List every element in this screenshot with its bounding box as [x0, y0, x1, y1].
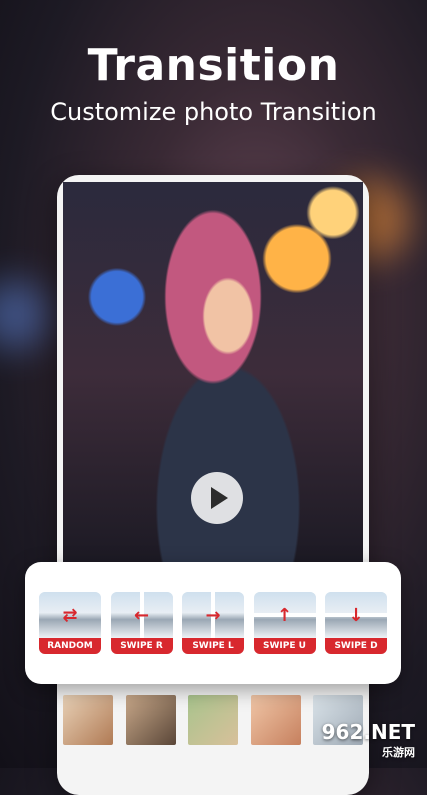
page-subtitle: Customize photo Transition: [50, 98, 377, 126]
transition-label: SWIPE R: [110, 638, 173, 654]
transition-swipe-r[interactable]: ← SWIPE R: [110, 592, 173, 654]
transition-swipe-u[interactable]: ↑ SWIPE U: [253, 592, 316, 654]
arrow-left-icon: ←: [133, 604, 150, 626]
bokeh-light: [0, 280, 50, 350]
page-title: Transition: [87, 40, 340, 91]
transition-swipe-d[interactable]: ↓ SWIPE D: [325, 592, 387, 654]
photo-thumbnail[interactable]: [125, 695, 176, 745]
play-button[interactable]: [191, 472, 243, 524]
transition-label: RANDOM: [39, 638, 101, 654]
photo-thumbnail[interactable]: [250, 695, 301, 745]
watermark-text: 962.NET: [321, 720, 415, 744]
arrow-up-icon: ↑: [276, 604, 293, 626]
shuffle-icon: ⇄: [62, 604, 78, 626]
arrow-right-icon: →: [205, 604, 221, 626]
watermark-subtext: 乐游网: [382, 746, 415, 759]
photo-thumbnail[interactable]: [188, 695, 238, 745]
transition-swipe-l[interactable]: → SWIPE L: [182, 592, 244, 654]
transition-label: SWIPE L: [182, 638, 244, 654]
transition-random[interactable]: ⇄ RANDOM: [39, 592, 101, 654]
arrow-down-icon: ↓: [348, 604, 364, 626]
transition-label: SWIPE D: [325, 638, 387, 654]
preview-photo: [63, 182, 363, 565]
photo-thumbnail[interactable]: [63, 695, 113, 745]
phone-frame: [57, 175, 369, 795]
site-watermark: 962.NET 乐游网: [322, 720, 415, 760]
transition-selector: ⇄ RANDOM ← SWIPE R → SWIPE L ↑ SWIPE U ↓…: [25, 562, 401, 684]
photo-strip: [63, 695, 363, 747]
play-icon: [210, 487, 228, 509]
transition-label: SWIPE U: [253, 638, 316, 654]
